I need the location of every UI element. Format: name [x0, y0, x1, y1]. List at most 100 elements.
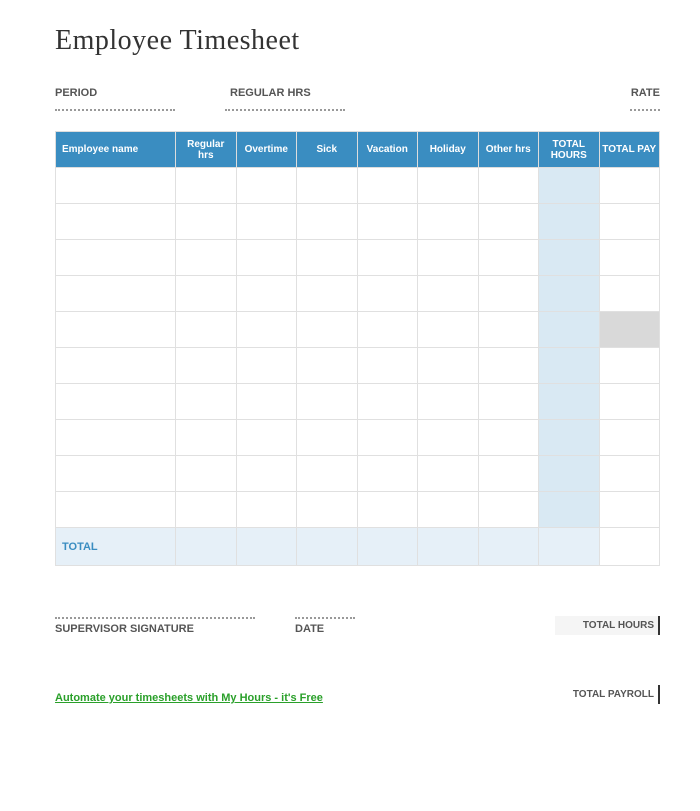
cell-holiday[interactable]	[418, 168, 479, 204]
cell-sick[interactable]	[297, 276, 358, 312]
table-row	[56, 168, 660, 204]
cell-overtime[interactable]	[236, 240, 297, 276]
cell-total-hours[interactable]	[539, 348, 600, 384]
cell-regular[interactable]	[176, 420, 237, 456]
cell-overtime[interactable]	[236, 420, 297, 456]
cell-vacation[interactable]	[357, 312, 418, 348]
cell-holiday[interactable]	[418, 276, 479, 312]
regular-hrs-input-line[interactable]	[225, 109, 345, 111]
cell-overtime[interactable]	[236, 204, 297, 240]
cell-sick[interactable]	[297, 312, 358, 348]
cell-overtime[interactable]	[236, 348, 297, 384]
cell-holiday[interactable]	[418, 312, 479, 348]
cell-regular[interactable]	[176, 348, 237, 384]
cell-total-pay[interactable]	[599, 240, 660, 276]
cell-total-hours[interactable]	[539, 276, 600, 312]
cell-vacation[interactable]	[357, 492, 418, 528]
cell-regular[interactable]	[176, 384, 237, 420]
cell-sick[interactable]	[297, 240, 358, 276]
cell-employee[interactable]	[56, 168, 176, 204]
cell-overtime[interactable]	[236, 384, 297, 420]
cell-total-hours[interactable]	[539, 204, 600, 240]
cell-regular[interactable]	[176, 240, 237, 276]
cell-regular[interactable]	[176, 276, 237, 312]
cell-sick[interactable]	[297, 492, 358, 528]
cell-total-hours[interactable]	[539, 168, 600, 204]
cell-total-hours[interactable]	[539, 420, 600, 456]
cell-regular[interactable]	[176, 168, 237, 204]
cell-vacation[interactable]	[357, 204, 418, 240]
cell-other[interactable]	[478, 348, 539, 384]
cell-sick[interactable]	[297, 168, 358, 204]
cell-overtime[interactable]	[236, 312, 297, 348]
cell-overtime[interactable]	[236, 168, 297, 204]
cell-vacation[interactable]	[357, 384, 418, 420]
cell-vacation[interactable]	[357, 348, 418, 384]
promo-link[interactable]: Automate your timesheets with My Hours -…	[55, 692, 323, 704]
date-line[interactable]	[295, 617, 355, 619]
cell-holiday[interactable]	[418, 348, 479, 384]
cell-vacation[interactable]	[357, 276, 418, 312]
cell-vacation[interactable]	[357, 456, 418, 492]
cell-employee[interactable]	[56, 492, 176, 528]
cell-holiday[interactable]	[418, 204, 479, 240]
cell-holiday[interactable]	[418, 456, 479, 492]
cell-other[interactable]	[478, 456, 539, 492]
cell-regular[interactable]	[176, 456, 237, 492]
cell-holiday[interactable]	[418, 492, 479, 528]
cell-sick[interactable]	[297, 348, 358, 384]
cell-overtime[interactable]	[236, 456, 297, 492]
cell-other[interactable]	[478, 240, 539, 276]
cell-holiday[interactable]	[418, 384, 479, 420]
cell-total-hours[interactable]	[539, 312, 600, 348]
cell-employee[interactable]	[56, 276, 176, 312]
cell-total-pay[interactable]	[599, 420, 660, 456]
cell-total-pay[interactable]	[599, 384, 660, 420]
rate-input-line[interactable]	[630, 109, 660, 111]
cell-other[interactable]	[478, 384, 539, 420]
cell-other[interactable]	[478, 420, 539, 456]
page-title: Employee Timesheet	[55, 25, 660, 57]
cell-sick[interactable]	[297, 420, 358, 456]
cell-holiday[interactable]	[418, 240, 479, 276]
cell-total-pay[interactable]	[599, 456, 660, 492]
cell-other[interactable]	[478, 204, 539, 240]
cell-regular[interactable]	[176, 204, 237, 240]
cell-total-hours[interactable]	[539, 492, 600, 528]
cell-vacation[interactable]	[357, 168, 418, 204]
cell-other[interactable]	[478, 492, 539, 528]
cell-other[interactable]	[478, 312, 539, 348]
cell-other[interactable]	[478, 168, 539, 204]
cell-total-hours[interactable]	[539, 456, 600, 492]
cell-total-pay[interactable]	[599, 348, 660, 384]
date-label: DATE	[295, 623, 425, 635]
cell-total-pay[interactable]	[599, 204, 660, 240]
cell-overtime[interactable]	[236, 492, 297, 528]
header-vacation: Vacation	[357, 132, 418, 168]
cell-vacation[interactable]	[357, 240, 418, 276]
cell-overtime[interactable]	[236, 276, 297, 312]
cell-total-pay[interactable]	[599, 312, 660, 348]
cell-employee[interactable]	[56, 420, 176, 456]
cell-employee[interactable]	[56, 384, 176, 420]
cell-total-pay[interactable]	[599, 492, 660, 528]
cell-employee[interactable]	[56, 240, 176, 276]
cell-employee[interactable]	[56, 312, 176, 348]
cell-total-hours[interactable]	[539, 384, 600, 420]
cell-holiday[interactable]	[418, 420, 479, 456]
cell-total-hours[interactable]	[539, 240, 600, 276]
cell-employee[interactable]	[56, 204, 176, 240]
cell-employee[interactable]	[56, 456, 176, 492]
cell-total-pay[interactable]	[599, 276, 660, 312]
cell-total-pay[interactable]	[599, 168, 660, 204]
cell-other[interactable]	[478, 276, 539, 312]
cell-employee[interactable]	[56, 348, 176, 384]
cell-sick[interactable]	[297, 384, 358, 420]
cell-regular[interactable]	[176, 312, 237, 348]
cell-sick[interactable]	[297, 456, 358, 492]
cell-vacation[interactable]	[357, 420, 418, 456]
cell-regular[interactable]	[176, 492, 237, 528]
cell-sick[interactable]	[297, 204, 358, 240]
supervisor-signature-line[interactable]	[55, 617, 255, 619]
period-input-line[interactable]	[55, 109, 175, 111]
